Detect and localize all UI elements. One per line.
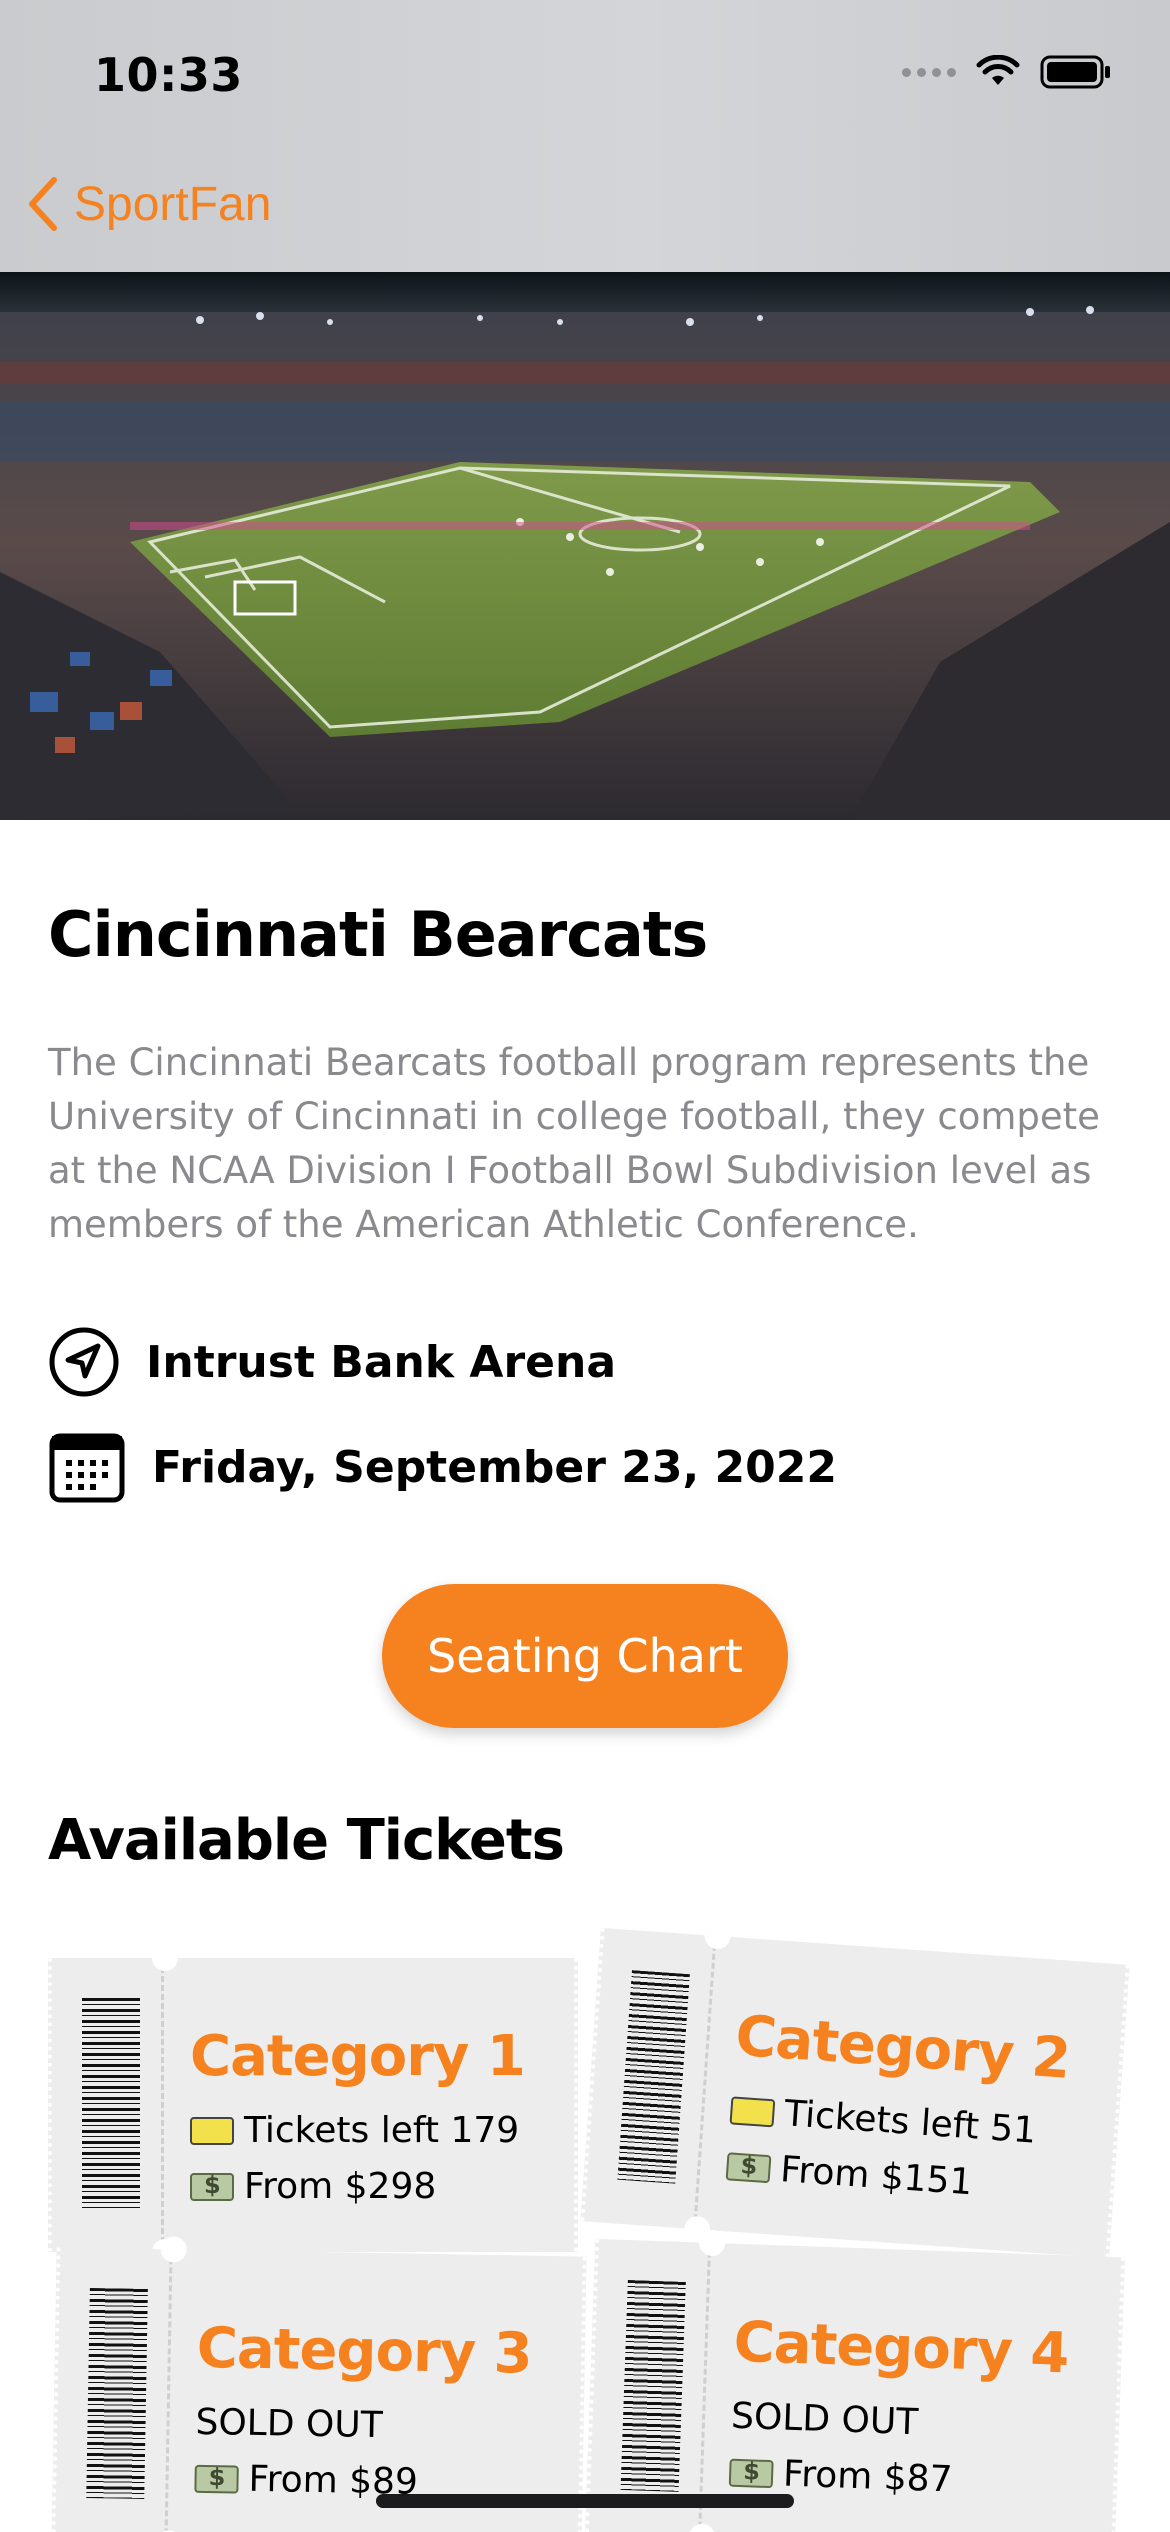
ticket-availability: Tickets left 51	[782, 2093, 1038, 2152]
ticket-category: Category 2	[733, 2003, 1072, 2092]
ticket-category: Category 1	[190, 2024, 526, 2089]
barcode-icon	[86, 2287, 148, 2499]
stadium-hero-image	[0, 272, 1170, 820]
money-icon	[190, 2171, 234, 2201]
back-button-label: SportFan	[74, 177, 272, 231]
status-icons	[902, 52, 1112, 92]
calendar-icon	[49, 1433, 125, 1503]
barcode-icon	[82, 1998, 140, 2208]
location-arrow-icon	[49, 1327, 119, 1397]
signal-icon	[902, 67, 956, 77]
money-icon	[725, 2151, 772, 2183]
ticket-card-category-3[interactable]: Category 3 SOLD OUT From $89	[51, 2236, 587, 2532]
ticket-icon	[190, 2116, 234, 2145]
ticket-price: From $151	[779, 2149, 974, 2204]
ticket-availability-row: SOLD OUT	[195, 2402, 383, 2446]
ticket-card-category-4[interactable]: Category 4 SOLD OUT From $87	[585, 2229, 1125, 2532]
wifi-icon	[976, 55, 1020, 85]
back-button[interactable]: SportFan	[26, 176, 271, 232]
ticket-card-category-2[interactable]: Category 2 Tickets left 51 From $151	[580, 1922, 1130, 2259]
event-date: Friday, September 23, 2022	[152, 1441, 837, 1493]
chevron-left-icon	[29, 177, 57, 231]
date-row: Friday, September 23, 2022	[48, 1430, 837, 1504]
venue-name: Intrust Bank Arena	[146, 1336, 617, 1388]
battery-icon	[1040, 55, 1110, 89]
money-icon	[194, 2464, 239, 2494]
ticket-availability-row: SOLD OUT	[730, 2396, 918, 2444]
ticket-price: From $298	[244, 2166, 437, 2207]
money-icon	[728, 2458, 774, 2488]
available-tickets-heading: Available Tickets	[48, 1808, 565, 1873]
seating-chart-button[interactable]: Seating Chart	[382, 1584, 788, 1728]
ticket-availability-row: Tickets left 51	[729, 2089, 1038, 2152]
event-description: The Cincinnati Bearcats football program…	[48, 1041, 1100, 1246]
ticket-category: Category 3	[196, 2315, 533, 2387]
venue-row: Intrust Bank Arena	[48, 1326, 616, 1398]
navigation-header: 10:33 SportFan	[0, 0, 1170, 272]
ticket-price-row: From $298	[190, 2166, 436, 2207]
ticket-availability: Tickets left 179	[244, 2110, 520, 2151]
ticket-availability: SOLD OUT	[730, 2395, 919, 2444]
ticket-category: Category 4	[732, 2309, 1070, 2387]
event-title: Cincinnati Bearcats	[48, 898, 708, 971]
ticket-price: From $87	[782, 2453, 954, 2501]
ticket-icon	[729, 2095, 776, 2127]
ticket-card-category-1[interactable]: Category 1 Tickets left 179 From $298	[48, 1945, 578, 2265]
barcode-icon	[620, 2280, 686, 2492]
status-time: 10:33	[94, 48, 243, 102]
home-indicator[interactable]	[376, 2494, 794, 2508]
ticket-availability: SOLD OUT	[195, 2401, 383, 2447]
ticket-price-row: From $151	[725, 2145, 974, 2203]
ticket-availability-row: Tickets left 179	[190, 2110, 519, 2151]
